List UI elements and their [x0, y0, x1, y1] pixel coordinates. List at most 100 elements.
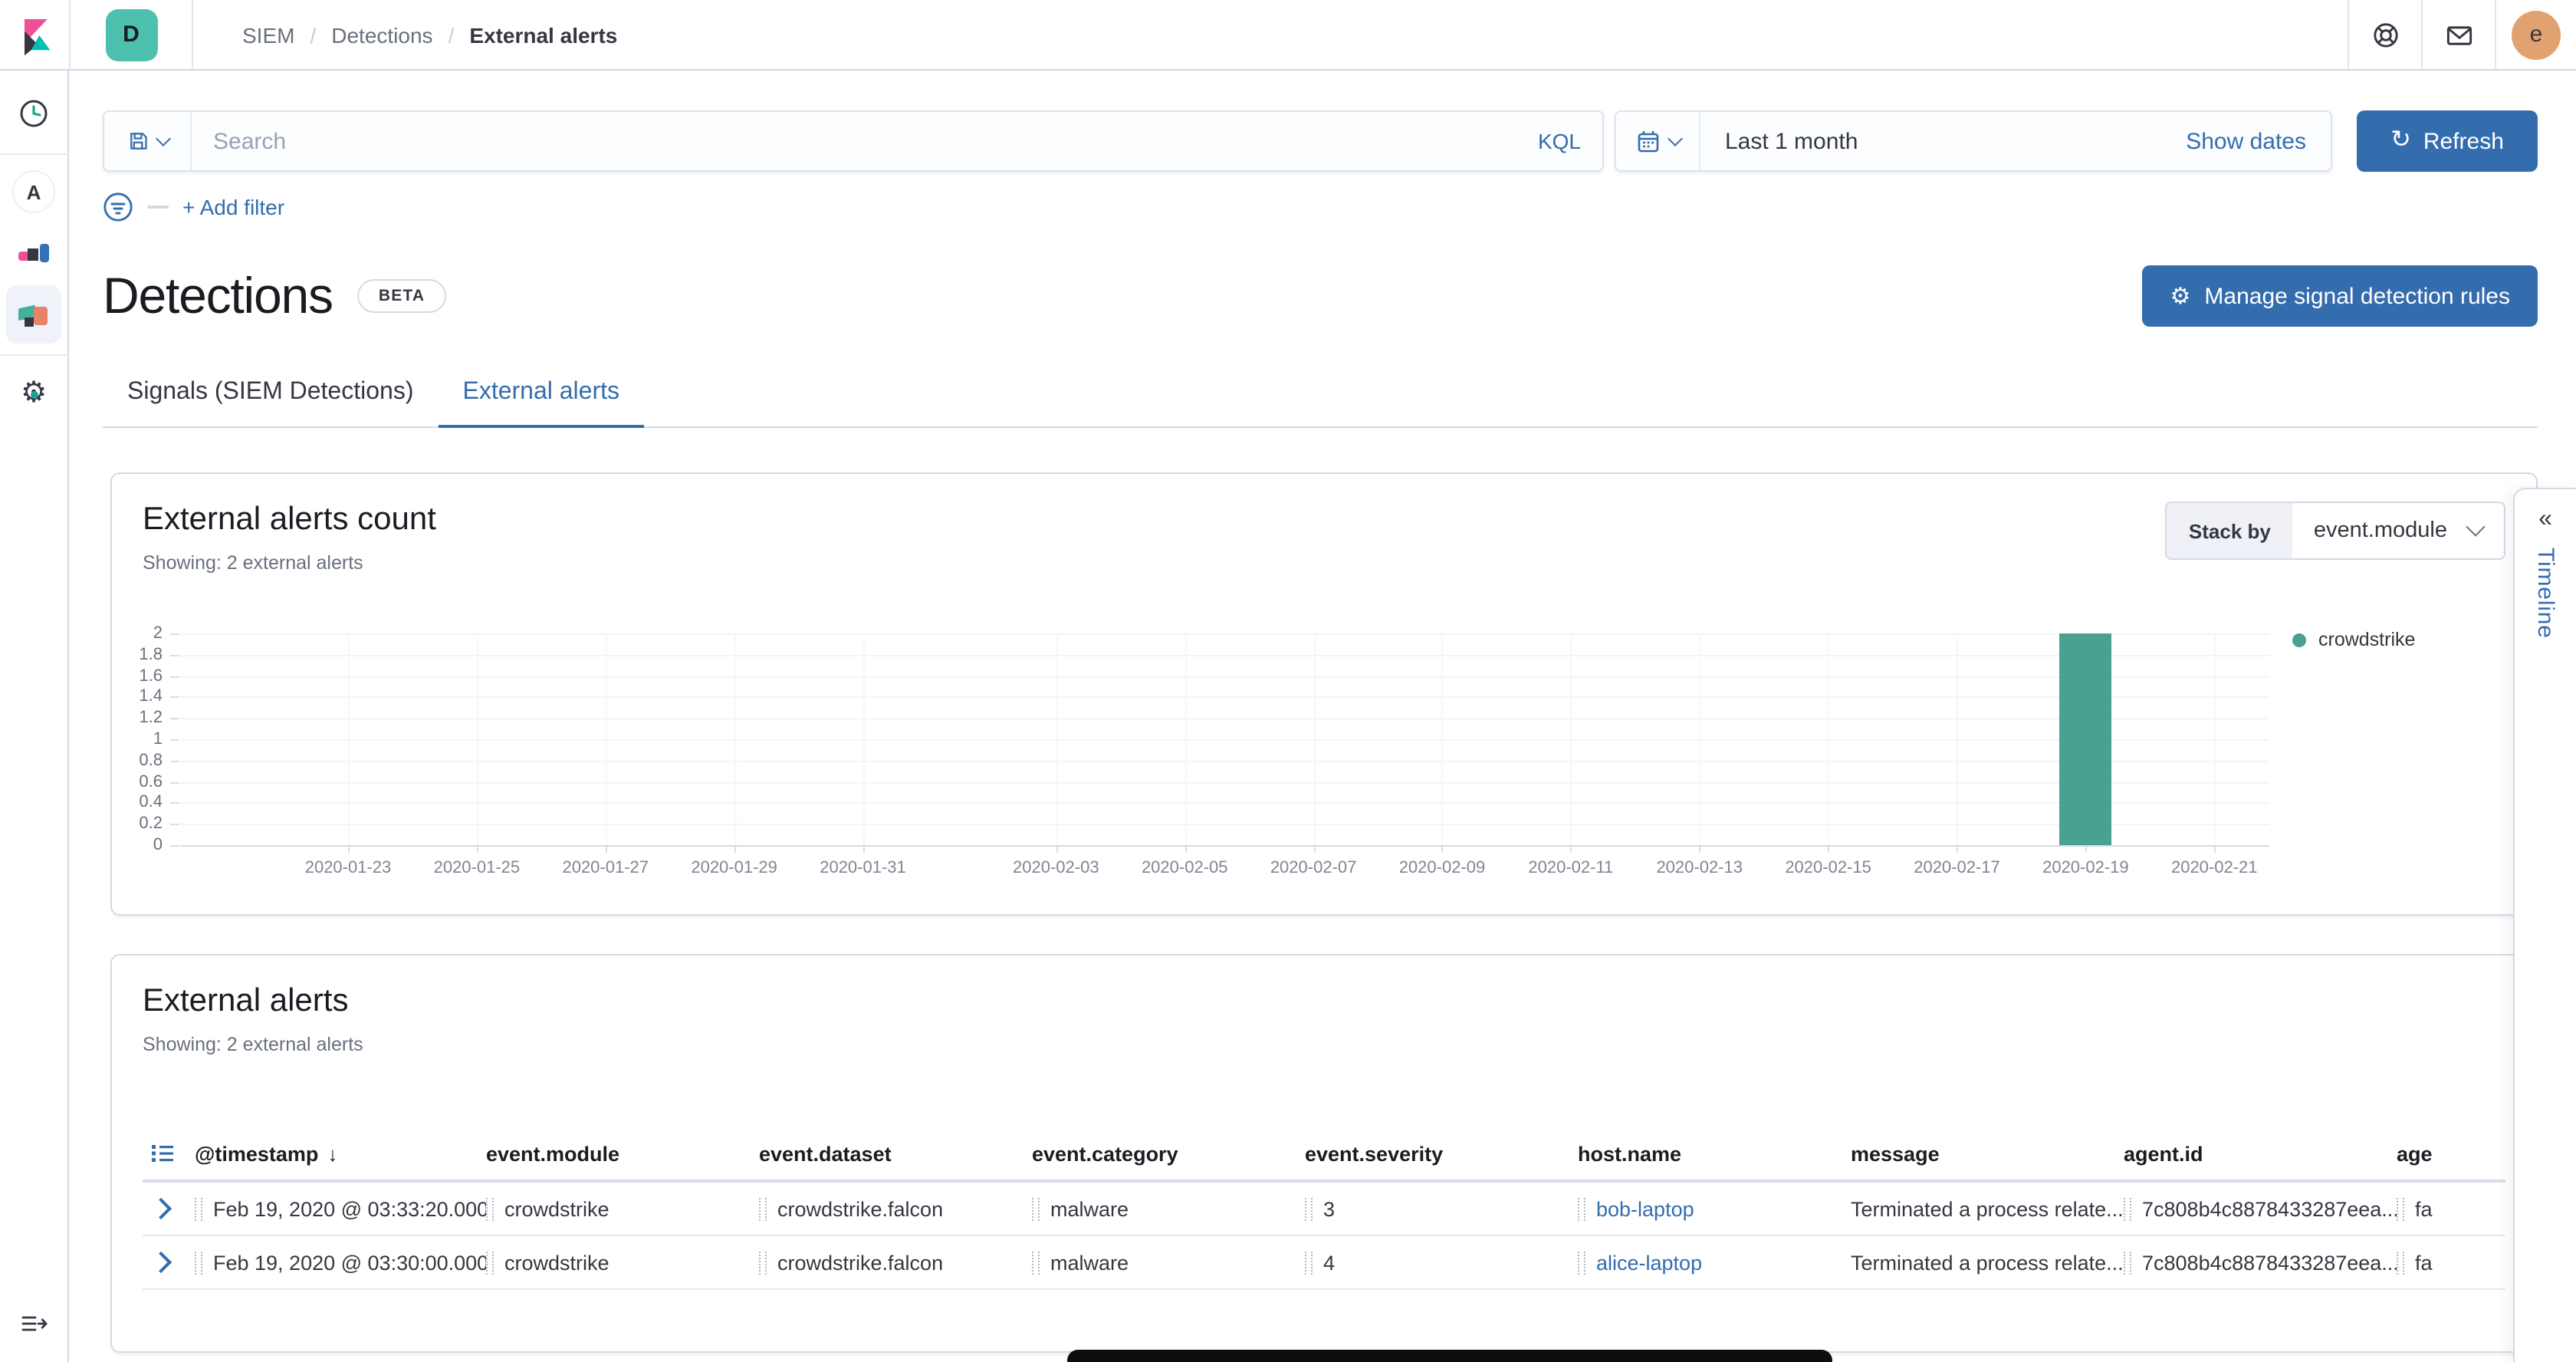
- drag-handle[interactable]: [1032, 1251, 1040, 1274]
- refresh-label: Refresh: [2423, 128, 2504, 154]
- sidebar-collapse-button[interactable]: [21, 1311, 47, 1344]
- kql-toggle[interactable]: KQL: [1538, 129, 1581, 153]
- cell-event-dataset: crowdstrike.falcon: [759, 1251, 1032, 1274]
- drag-handle[interactable]: [1305, 1251, 1313, 1274]
- table-header-row: @timestamp ↓ event.module event.dataset …: [143, 1141, 2505, 1183]
- filter-bar: + Add filter: [103, 192, 2538, 222]
- drag-handle[interactable]: [1578, 1251, 1585, 1274]
- column-header-message[interactable]: message: [1851, 1142, 2124, 1165]
- chevron-down-icon: [2466, 517, 2485, 536]
- date-quick-menu-button[interactable]: [1616, 112, 1700, 170]
- column-header-event-dataset[interactable]: event.dataset: [759, 1142, 1032, 1165]
- main-content: Search KQL Last 1 month Show dates: [69, 69, 2576, 1362]
- double-chevron-left-icon: «: [2538, 508, 2552, 532]
- column-header-event-severity[interactable]: event.severity: [1305, 1142, 1578, 1165]
- space-badge[interactable]: D: [105, 8, 157, 61]
- external-alerts-table-panel: External alerts Showing: 2 external aler…: [110, 954, 2538, 1353]
- chart-bar: [2059, 633, 2111, 845]
- stack-by-select[interactable]: event.module: [2292, 518, 2504, 543]
- breadcrumb-siem[interactable]: SIEM: [242, 22, 294, 47]
- column-header-event-module[interactable]: event.module: [486, 1142, 759, 1165]
- tab-external-alerts[interactable]: External alerts: [438, 360, 644, 428]
- add-filter-link[interactable]: + Add filter: [182, 195, 284, 219]
- sidebar-item-siem[interactable]: [6, 285, 61, 344]
- host-link[interactable]: alice-laptop: [1596, 1251, 1702, 1274]
- drag-handle[interactable]: [195, 1251, 202, 1274]
- legend-item-crowdstrike[interactable]: crowdstrike: [2292, 629, 2415, 650]
- drag-handle[interactable]: [2397, 1251, 2404, 1274]
- save-icon: [127, 130, 148, 152]
- kibana-logo[interactable]: [0, 0, 69, 69]
- breadcrumb: SIEM / Detections / External alerts: [242, 22, 617, 47]
- page-title: Detections: [103, 267, 333, 325]
- cell-timestamp: Feb 19, 2020 @ 03:30:00.000: [195, 1251, 486, 1274]
- cell-event-module: crowdstrike: [486, 1251, 759, 1274]
- query-bar: Search KQL Last 1 month Show dates: [103, 110, 2538, 172]
- fields-browser-button[interactable]: [143, 1141, 195, 1166]
- filter-icon[interactable]: [103, 192, 133, 222]
- cell-host-name: bob-laptop: [1578, 1197, 1851, 1220]
- date-range-value[interactable]: Last 1 month: [1725, 128, 2186, 154]
- expand-row-icon[interactable]: [150, 1198, 172, 1219]
- cell-message: Terminated a process relate...: [1851, 1197, 2124, 1220]
- cell-event-severity: 3: [1305, 1197, 1578, 1220]
- stack-by-control: Stack by event.module: [2166, 502, 2505, 560]
- drag-handle[interactable]: [2124, 1197, 2131, 1220]
- date-picker[interactable]: Last 1 month Show dates: [1615, 110, 2332, 172]
- alerts-panel-title: External alerts: [143, 983, 2505, 1020]
- drag-handle[interactable]: [1578, 1197, 1585, 1220]
- chevron-down-icon: [1667, 131, 1682, 146]
- external-alerts-chart: crowdstrike 00.20.40.60.811.21.41.61.822…: [143, 623, 2505, 887]
- manage-rules-button[interactable]: ⚙ Manage signal detection rules: [2143, 265, 2538, 327]
- drag-handle[interactable]: [2397, 1197, 2404, 1220]
- sidebar-item-apm[interactable]: A: [6, 163, 61, 221]
- refresh-button[interactable]: ↻ Refresh: [2357, 110, 2538, 172]
- help-button[interactable]: [2349, 0, 2421, 69]
- drag-handle[interactable]: [486, 1251, 494, 1274]
- page-header: Detections BETA ⚙ Manage signal detectio…: [103, 265, 2538, 327]
- show-dates-link[interactable]: Show dates: [2186, 128, 2306, 154]
- sidebar-item-analytics[interactable]: [6, 224, 61, 282]
- drag-handle[interactable]: [1305, 1197, 1313, 1220]
- cell-agent-name: fa: [2397, 1251, 2505, 1274]
- column-header-agent-name[interactable]: age: [2397, 1142, 2505, 1165]
- breadcrumb-separator: /: [449, 22, 455, 47]
- drag-handle[interactable]: [2124, 1251, 2131, 1274]
- calendar-icon: [1635, 129, 1660, 153]
- life-ring-icon: [2371, 21, 2399, 48]
- search-input[interactable]: Search KQL: [103, 110, 1604, 172]
- sidebar-divider: [0, 354, 68, 356]
- search-placeholder: Search: [213, 128, 1538, 154]
- sidebar-item-recently-viewed[interactable]: [6, 84, 61, 143]
- host-link[interactable]: bob-laptop: [1596, 1197, 1694, 1220]
- drag-handle[interactable]: [759, 1251, 767, 1274]
- stack-by-value: event.module: [2314, 518, 2447, 543]
- timeline-label: Timeline: [2532, 548, 2558, 639]
- saved-query-menu-button[interactable]: [104, 112, 192, 170]
- analytics-app-icon: [18, 239, 49, 267]
- column-header-host-name[interactable]: host.name: [1578, 1142, 1851, 1165]
- cell-event-severity: 4: [1305, 1251, 1578, 1274]
- drag-handle[interactable]: [486, 1197, 494, 1220]
- breadcrumb-detections[interactable]: Detections: [331, 22, 432, 47]
- drag-handle[interactable]: [1032, 1197, 1040, 1220]
- drag-handle[interactable]: [195, 1197, 202, 1220]
- column-header-agent-id[interactable]: agent.id: [2124, 1142, 2397, 1165]
- tab-signals[interactable]: Signals (SIEM Detections): [103, 360, 438, 426]
- cell-event-module: crowdstrike: [486, 1197, 759, 1220]
- chart-panel-subtitle: Showing: 2 external alerts: [143, 552, 436, 574]
- mail-icon: [2445, 21, 2472, 48]
- cell-host-name: alice-laptop: [1578, 1251, 1851, 1274]
- column-header-event-category[interactable]: event.category: [1032, 1142, 1305, 1165]
- newsfeed-button[interactable]: [2423, 0, 2495, 69]
- sidebar-item-management[interactable]: ⚙: [6, 364, 61, 422]
- column-header-timestamp[interactable]: @timestamp ↓: [195, 1142, 486, 1165]
- filter-dash: [147, 206, 169, 209]
- timeline-flyout-button[interactable]: « Timeline: [2513, 488, 2576, 1362]
- user-menu[interactable]: e: [2496, 0, 2576, 69]
- expand-row-icon[interactable]: [150, 1252, 172, 1273]
- chevron-down-icon: [155, 131, 170, 146]
- avatar[interactable]: e: [2512, 10, 2561, 59]
- drag-handle[interactable]: [759, 1197, 767, 1220]
- kibana-logo-icon: [13, 13, 56, 56]
